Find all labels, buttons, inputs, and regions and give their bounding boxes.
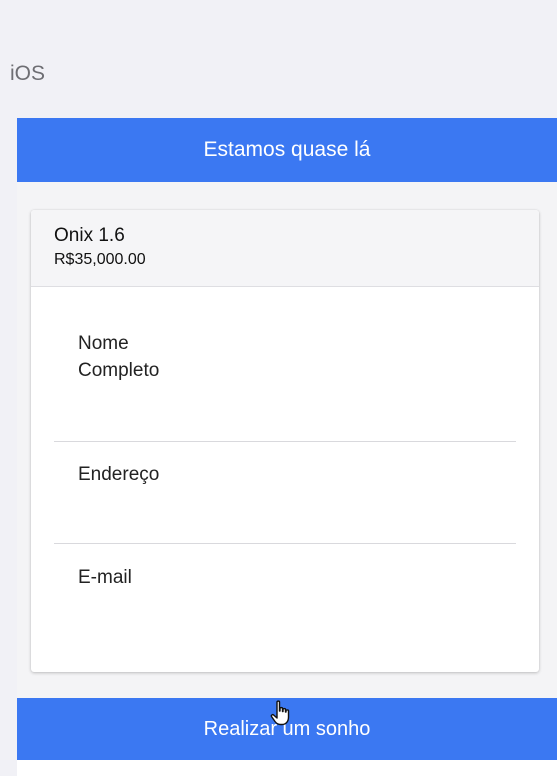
product-price: R$35,000.00 [54,251,146,268]
email-label: E-mail [78,567,132,588]
full-name-field[interactable]: Nome Completo [31,287,539,442]
full-name-label-line1: Nome [78,333,129,354]
full-name-label-line2: Completo [78,359,160,381]
page-title: Estamos quase lá [203,138,371,161]
submit-button[interactable]: Realizar um sonho [17,698,557,760]
content-area: Onix 1.6 R$35,000.00 Nome Completo Ender… [17,182,557,698]
navigation-bar: Estamos quase lá [17,118,557,182]
order-card: Onix 1.6 R$35,000.00 Nome Completo Ender… [31,210,539,672]
bottom-strip [17,760,557,776]
address-field[interactable]: Endereço [31,442,539,544]
platform-label: iOS [10,62,46,85]
address-label: Endereço [78,464,160,485]
email-field[interactable]: E-mail [31,544,539,646]
product-summary: Onix 1.6 R$35,000.00 [31,210,539,287]
app-screen: Estamos quase lá Onix 1.6 R$35,000.00 No… [17,118,557,776]
product-name: Onix 1.6 [54,225,125,246]
submit-button-label: Realizar um sonho [203,717,371,740]
full-name-label: Nome Completo [78,331,208,384]
